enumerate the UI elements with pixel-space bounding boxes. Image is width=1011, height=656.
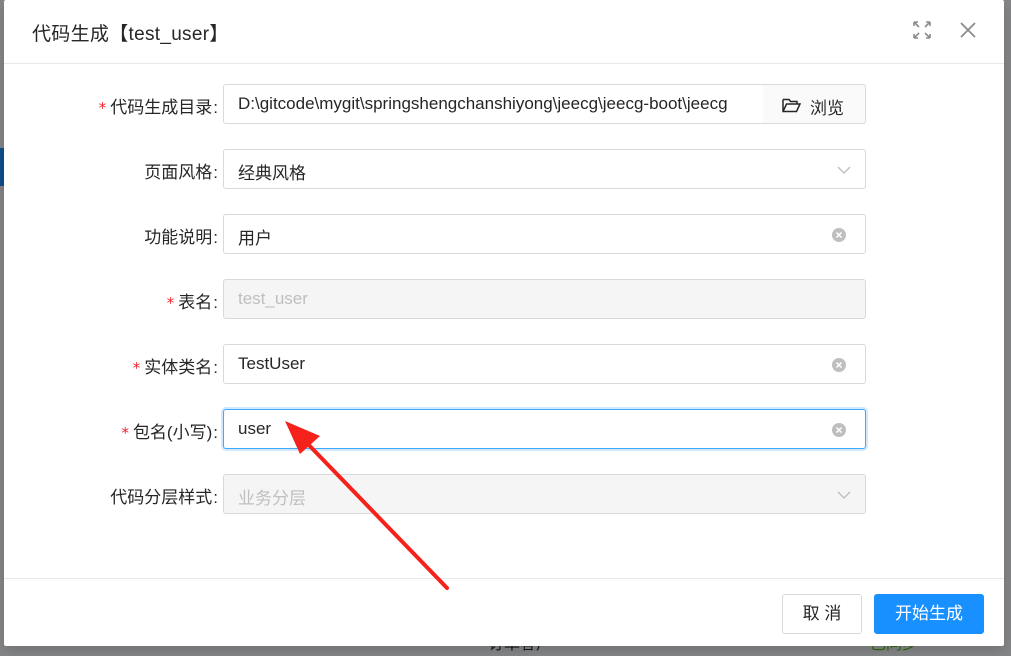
output-dir-value: D:\gitcode\mygit\springshengchanshiyong\… bbox=[238, 94, 728, 113]
package-name-label: * 包名(小写): bbox=[121, 423, 218, 442]
form-row-package-name: * 包名(小写): user bbox=[4, 409, 1004, 449]
cancel-button[interactable]: 取 消 bbox=[782, 594, 862, 634]
clear-icon[interactable] bbox=[831, 422, 847, 438]
page-style-label: 页面风格: bbox=[144, 163, 218, 182]
browse-label: 浏览 bbox=[810, 99, 844, 118]
fullscreen-icon[interactable] bbox=[908, 16, 936, 44]
table-name-value: test_user bbox=[238, 289, 308, 308]
description-value: 用户 bbox=[238, 229, 272, 248]
chevron-down-icon bbox=[836, 162, 852, 178]
layer-style-label: 代码分层样式: bbox=[110, 488, 218, 507]
layer-style-select: 业务分层 bbox=[223, 474, 866, 514]
table-name-label: * 表名: bbox=[166, 293, 218, 312]
dialog-header: 代码生成【test_user】 bbox=[4, 0, 1004, 64]
folder-open-icon bbox=[782, 97, 802, 113]
entity-name-label: * 实体类名: bbox=[132, 358, 218, 377]
description-label: 功能说明: bbox=[144, 228, 218, 247]
form-row-entity-name: * 实体类名: TestUser bbox=[4, 344, 1004, 384]
description-input[interactable]: 用户 bbox=[223, 214, 866, 254]
dialog-title: 代码生成【test_user】 bbox=[32, 24, 229, 45]
form-row-output-dir: * 代码生成目录: D:\gitcode\mygit\springshengcha… bbox=[4, 84, 1004, 124]
clear-icon[interactable] bbox=[831, 227, 847, 243]
entity-name-input[interactable]: TestUser bbox=[223, 344, 866, 384]
form-row-page-style: 页面风格: 经典风格 bbox=[4, 149, 1004, 189]
form-row-description: 功能说明: 用户 bbox=[4, 214, 1004, 254]
close-icon[interactable] bbox=[954, 16, 982, 44]
chevron-down-icon bbox=[836, 487, 852, 503]
form-row-table-name: * 表名: test_user bbox=[4, 279, 1004, 319]
entity-name-value: TestUser bbox=[238, 354, 306, 373]
page-style-value: 经典风格 bbox=[238, 164, 306, 183]
package-name-input[interactable]: user bbox=[223, 409, 866, 449]
output-dir-input[interactable]: D:\gitcode\mygit\springshengchanshiyong\… bbox=[223, 84, 764, 124]
clear-icon[interactable] bbox=[831, 357, 847, 373]
form-row-layer-style: 代码分层样式: 业务分层 bbox=[4, 474, 1004, 514]
code-generation-dialog: 代码生成【test_user】 * 代码生成目录: D:\gitcode\mygi… bbox=[4, 0, 1004, 646]
browse-button[interactable]: 浏览 bbox=[763, 84, 866, 124]
package-name-value: user bbox=[238, 419, 272, 438]
output-dir-label: * 代码生成目录: bbox=[98, 98, 218, 117]
start-generate-button[interactable]: 开始生成 bbox=[874, 594, 984, 634]
table-name-input: test_user bbox=[223, 279, 866, 319]
layer-style-value: 业务分层 bbox=[238, 489, 306, 508]
page-style-select[interactable]: 经典风格 bbox=[223, 149, 866, 189]
dialog-footer: 取 消 开始生成 bbox=[4, 578, 1004, 646]
